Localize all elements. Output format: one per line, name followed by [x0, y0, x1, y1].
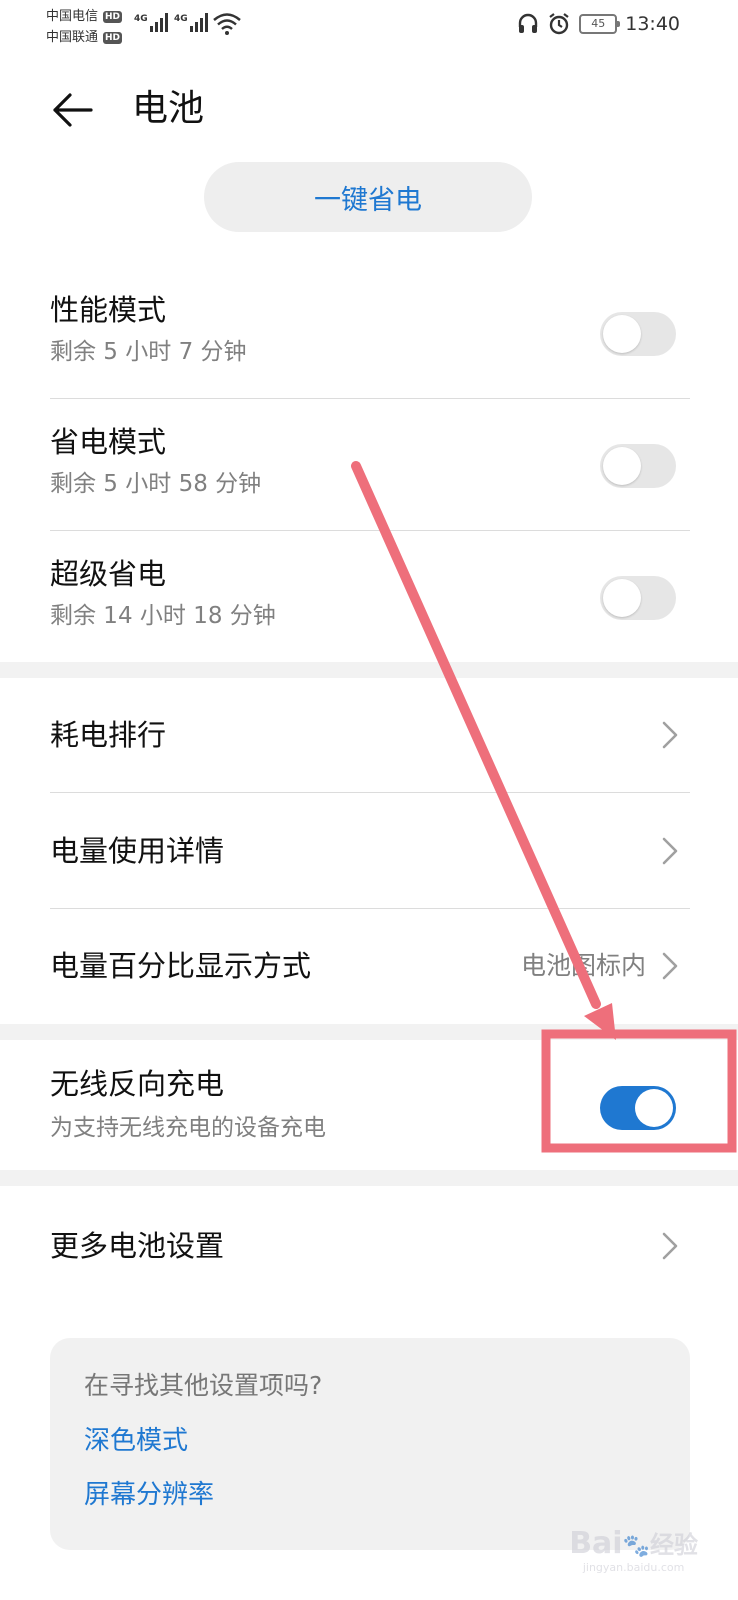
paw-icon: 🐾 — [622, 1534, 650, 1559]
status-bar: 中国电信 HD 中国联通 HD 4G 4G 45 13:40 — [0, 0, 738, 56]
carrier-info: 中国电信 HD 中国联通 HD — [46, 6, 123, 48]
mode-subtitle: 剩余 5 小时 58 分钟 — [50, 471, 262, 497]
one-click-save-button[interactable]: 一键省电 — [204, 162, 532, 232]
watermark: Bai🐾经验 jingyan.baidu.com — [569, 1525, 698, 1574]
percentage-display-row[interactable]: 电量百分比显示方式 电池图标内 — [0, 909, 738, 1024]
back-button[interactable] — [44, 82, 100, 138]
row-title: 电量百分比显示方式 — [50, 949, 312, 983]
mode-row-ultra-saving[interactable]: 超级省电 剩余 14 小时 18 分钟 — [0, 540, 738, 662]
suggestion-card: 在寻找其他设置项吗? 深色模式 屏幕分辨率 — [50, 1338, 690, 1550]
mode-title: 超级省电 — [50, 557, 167, 591]
alarm-icon — [549, 13, 569, 35]
section-gap — [0, 1024, 738, 1040]
power-saving-mode-toggle[interactable] — [600, 444, 676, 488]
row-title: 电量使用详情 — [50, 834, 225, 868]
percentage-display-value: 电池图标内 — [520, 951, 646, 980]
divider — [50, 530, 690, 531]
watermark-brand: Bai — [569, 1526, 623, 1561]
chevron-right-icon — [662, 1232, 678, 1260]
battery-icon: 45 — [579, 14, 621, 34]
mode-title: 性能模式 — [50, 293, 167, 327]
performance-mode-toggle[interactable] — [600, 312, 676, 356]
divider — [50, 398, 690, 399]
carrier-2: 中国联通 — [46, 30, 99, 45]
usage-details-row[interactable]: 电量使用详情 — [0, 793, 738, 909]
hd-badge: HD — [103, 10, 123, 23]
wireless-reverse-charging-row[interactable]: 无线反向充电 为支持无线充电的设备充电 — [0, 1040, 738, 1170]
row-title: 更多电池设置 — [50, 1229, 225, 1263]
toggle-knob — [603, 315, 641, 353]
clock: 13:40 — [625, 13, 680, 35]
row-title: 耗电排行 — [50, 718, 167, 752]
carrier-1: 中国电信 — [46, 9, 99, 24]
chevron-right-icon — [662, 721, 678, 749]
mode-title: 省电模式 — [50, 425, 167, 459]
watermark-brand2: 经验 — [650, 1531, 698, 1559]
toggle-knob — [603, 579, 641, 617]
signal-icon: 4G — [174, 12, 208, 32]
arrow-left-icon — [53, 93, 93, 127]
row-subtitle: 为支持无线充电的设备充电 — [50, 1115, 326, 1141]
suggestion-question: 在寻找其他设置项吗? — [84, 1371, 323, 1400]
hd-badge: HD — [103, 31, 123, 44]
mode-row-performance[interactable]: 性能模式 剩余 5 小时 7 分钟 — [0, 276, 738, 398]
wifi-icon — [213, 13, 241, 35]
chevron-right-icon — [662, 837, 678, 865]
power-ranking-row[interactable]: 耗电排行 — [0, 678, 738, 792]
section-gap — [0, 662, 738, 678]
headset-icon — [519, 13, 538, 33]
suggestion-link-dark-mode[interactable]: 深色模式 — [84, 1422, 188, 1460]
toggle-knob — [603, 447, 641, 485]
mode-subtitle: 剩余 5 小时 7 分钟 — [50, 339, 247, 365]
toggle-knob — [635, 1089, 673, 1127]
section-gap — [0, 1170, 738, 1186]
page-title: 电池 — [132, 88, 205, 129]
wireless-reverse-charging-toggle[interactable] — [600, 1086, 676, 1130]
more-battery-settings-row[interactable]: 更多电池设置 — [0, 1186, 738, 1306]
suggestion-link-resolution[interactable]: 屏幕分辨率 — [84, 1476, 214, 1514]
row-title: 无线反向充电 — [50, 1067, 225, 1101]
chevron-right-icon — [662, 952, 678, 980]
signal-icon: 4G — [134, 12, 168, 32]
app-header: 电池 — [0, 70, 738, 150]
watermark-url: jingyan.baidu.com — [582, 1561, 685, 1574]
mode-subtitle: 剩余 14 小时 18 分钟 — [50, 603, 276, 629]
mode-row-power-saving[interactable]: 省电模式 剩余 5 小时 58 分钟 — [0, 408, 738, 530]
ultra-saving-mode-toggle[interactable] — [600, 576, 676, 620]
